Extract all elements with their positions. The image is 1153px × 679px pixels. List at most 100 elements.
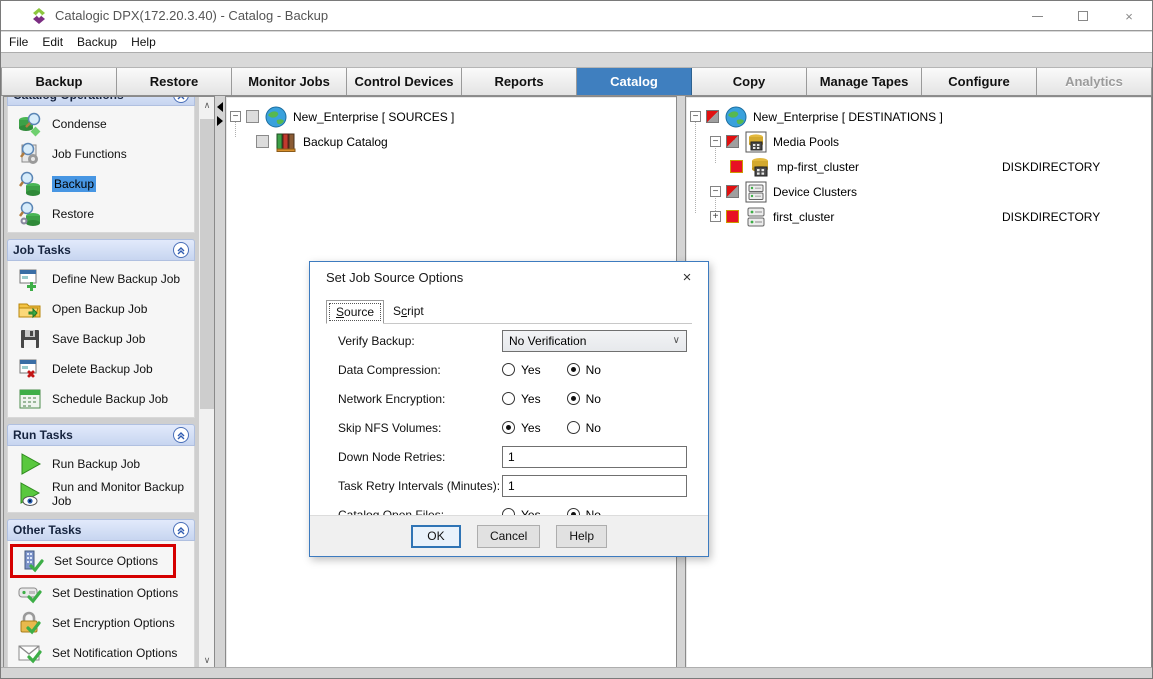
collapse-box-icon[interactable]: − <box>690 111 701 122</box>
section-header-job-tasks[interactable]: Job Tasks <box>7 239 195 261</box>
catalog-operations-items: Condense Job Functions Backup Restore <box>7 106 195 233</box>
app-window: Catalogic DPX(172.20.3.40) - Catalog - B… <box>0 0 1153 679</box>
network-encryption-no-radio[interactable] <box>567 392 580 405</box>
collapse-chevron-icon[interactable] <box>173 427 189 443</box>
tree-label[interactable]: Backup Catalog <box>303 135 388 149</box>
sidebar-item-define-new-backup-job[interactable]: Define New Backup Job <box>8 264 194 294</box>
collapse-box-icon[interactable]: − <box>710 136 721 147</box>
tree-row-destinations-root[interactable]: − New_Enterprise [ DESTINATIONS ] <box>686 104 1151 129</box>
checkbox-partial[interactable] <box>706 110 719 123</box>
tree-label[interactable]: first_cluster <box>773 210 834 224</box>
scroll-up-icon[interactable]: ∧ <box>199 97 215 113</box>
collapse-right-icon[interactable] <box>217 116 223 126</box>
ok-button[interactable]: OK <box>411 525 461 548</box>
dialog-tab-strip: Source Script <box>326 300 692 324</box>
tree-row-mp-first-cluster[interactable]: mp-first_cluster DISKDIRECTORY <box>686 154 1151 179</box>
help-button[interactable]: Help <box>556 525 607 548</box>
checkbox-partial[interactable] <box>726 185 739 198</box>
open-backup-job-icon <box>17 296 43 322</box>
checkbox-unchecked[interactable] <box>256 135 269 148</box>
tab-monitor-jobs[interactable]: Monitor Jobs <box>232 68 347 95</box>
verify-backup-select[interactable]: No Verification ∨ <box>502 330 687 352</box>
checkbox-partial[interactable] <box>726 135 739 148</box>
expand-box-icon[interactable]: + <box>710 211 721 222</box>
sidebar-item-open-backup-job[interactable]: Open Backup Job <box>8 294 194 324</box>
tab-configure[interactable]: Configure <box>922 68 1037 95</box>
tree-label[interactable]: New_Enterprise [ DESTINATIONS ] <box>753 110 943 124</box>
sidebar-item-set-encryption-options[interactable]: Set Encryption Options <box>8 608 194 638</box>
checkbox-checked-red[interactable] <box>730 160 743 173</box>
tree-row-first-cluster[interactable]: + first_cluster DISKDIRECTORY <box>686 204 1151 229</box>
dialog-close-icon[interactable]: × <box>666 262 708 293</box>
menu-backup[interactable]: Backup <box>77 35 117 49</box>
tree-row-media-pools[interactable]: − Media Pools <box>686 129 1151 154</box>
tab-reports[interactable]: Reports <box>462 68 577 95</box>
radio-label: No <box>586 392 601 406</box>
menu-file[interactable]: File <box>9 35 28 49</box>
sidebar-item-set-destination-options[interactable]: Set Destination Options <box>8 578 194 608</box>
section-header-run-tasks[interactable]: Run Tasks <box>7 424 195 446</box>
tab-copy[interactable]: Copy <box>692 68 807 95</box>
sidebar-item-save-backup-job[interactable]: Save Backup Job <box>8 324 194 354</box>
collapse-chevron-icon[interactable] <box>173 97 189 103</box>
checkbox-unchecked[interactable] <box>246 110 259 123</box>
cancel-button[interactable]: Cancel <box>477 525 540 548</box>
collapse-chevron-icon[interactable] <box>173 522 189 538</box>
tree-row-backup-catalog[interactable]: Backup Catalog <box>226 129 676 154</box>
minimize-button[interactable] <box>1014 1 1060 31</box>
section-header-other-tasks[interactable]: Other Tasks <box>7 519 195 541</box>
selected-task-label: Backup <box>52 176 96 192</box>
sidebar-item-backup[interactable]: Backup <box>8 169 194 199</box>
tree-row-sources-root[interactable]: − New_Enterprise [ SOURCES ] <box>226 104 676 129</box>
run-backup-job-icon <box>17 451 43 477</box>
sidebar-item-condense[interactable]: Condense <box>8 109 194 139</box>
tab-catalog[interactable]: Catalog <box>577 68 692 95</box>
collapse-left-icon[interactable] <box>217 102 223 112</box>
sidebar-scrollbar[interactable]: ∧ ∨ <box>198 97 214 668</box>
condense-icon <box>17 111 43 137</box>
sidebar-item-restore[interactable]: Restore <box>8 199 194 229</box>
data-compression-yes-radio[interactable] <box>502 363 515 376</box>
sidebar-item-schedule-backup-job[interactable]: Schedule Backup Job <box>8 384 194 414</box>
title-bar: Catalogic DPX(172.20.3.40) - Catalog - B… <box>1 1 1152 31</box>
maximize-button[interactable] <box>1060 1 1106 31</box>
scroll-down-icon[interactable]: ∨ <box>199 652 215 668</box>
skip-nfs-volumes-no-radio[interactable] <box>567 421 580 434</box>
tree-label[interactable]: Media Pools <box>773 135 839 149</box>
set-encryption-options-icon <box>17 610 43 636</box>
collapse-box-icon[interactable]: − <box>230 111 241 122</box>
tab-restore[interactable]: Restore <box>117 68 232 95</box>
tree-label[interactable]: New_Enterprise [ SOURCES ] <box>293 110 454 124</box>
tree-label[interactable]: mp-first_cluster <box>777 160 859 174</box>
task-retry-intervals-input[interactable] <box>502 475 687 497</box>
sidebar-item-run-backup-job[interactable]: Run Backup Job <box>8 449 194 479</box>
dialog-tab-source[interactable]: Source <box>326 300 384 324</box>
menu-edit[interactable]: Edit <box>42 35 63 49</box>
run-and-monitor-backup-job-icon <box>17 481 43 507</box>
menu-help[interactable]: Help <box>131 35 156 49</box>
tab-manage-tapes[interactable]: Manage Tapes <box>807 68 922 95</box>
scrollbar-thumb[interactable] <box>200 119 214 409</box>
tree-label[interactable]: Device Clusters <box>773 185 857 199</box>
skip-nfs-volumes-yes-radio[interactable] <box>502 421 515 434</box>
sidebar-item-set-source-options[interactable]: Set Source Options <box>10 544 176 578</box>
checkbox-checked-red[interactable] <box>726 210 739 223</box>
sidebar-item-set-notification-options[interactable]: Set Notification Options <box>8 638 194 668</box>
section-header-catalog-operations[interactable]: Catalog Operations <box>7 97 195 106</box>
dialog-tab-script[interactable]: Script <box>384 300 433 324</box>
collapse-box-icon[interactable]: − <box>710 186 721 197</box>
tab-control-devices[interactable]: Control Devices <box>347 68 462 95</box>
down-node-retries-input[interactable] <box>502 446 687 468</box>
network-encryption-yes-radio[interactable] <box>502 392 515 405</box>
data-compression-no-radio[interactable] <box>567 363 580 376</box>
panel-splitter[interactable] <box>217 96 223 669</box>
collapse-chevron-icon[interactable] <box>173 242 189 258</box>
sidebar-item-run-and-monitor-backup-job[interactable]: Run and Monitor Backup Job <box>8 479 194 509</box>
close-button[interactable]: × <box>1106 1 1152 31</box>
tree-row-device-clusters[interactable]: − Device Clusters <box>686 179 1151 204</box>
tab-backup[interactable]: Backup <box>1 68 117 95</box>
sidebar-item-delete-backup-job[interactable]: Delete Backup Job <box>8 354 194 384</box>
field-verify-backup: Verify Backup: No Verification ∨ <box>310 326 708 355</box>
sidebar-item-job-functions[interactable]: Job Functions <box>8 139 194 169</box>
radio-label: No <box>586 421 601 435</box>
